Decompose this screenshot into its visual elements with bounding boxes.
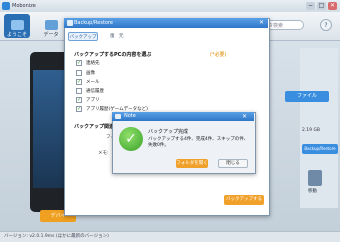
checkbox-mail[interactable]: ✓ xyxy=(76,79,82,85)
help-button[interactable]: ? xyxy=(320,19,332,31)
device-screen xyxy=(33,70,67,188)
move-label: 移動 xyxy=(308,189,317,194)
tab-data[interactable]: データ xyxy=(38,14,64,38)
open-folder-button[interactable]: フォルダを開く xyxy=(176,159,208,168)
file-button[interactable]: ファイル xyxy=(285,91,329,102)
backup-restore-button[interactable]: Backup/Restore xyxy=(302,144,338,154)
checkbox-label: 画像 xyxy=(86,71,95,76)
checkbox-label: 通信履歴 xyxy=(86,89,104,94)
data-icon xyxy=(44,20,58,30)
checkbox-label: アプリ xyxy=(86,98,100,103)
backup-window-close-button[interactable]: ✕ xyxy=(257,19,266,27)
note-dialog-title: Note xyxy=(124,113,136,119)
tab-data-label: データ xyxy=(43,32,59,38)
note-dialog-close-button[interactable]: ✕ xyxy=(240,113,249,120)
backup-window-icon xyxy=(67,20,73,26)
capacity-text: 2.19 GB xyxy=(302,128,321,133)
app-logo-icon xyxy=(2,2,10,10)
maximize-button[interactable]: □ xyxy=(317,2,326,10)
checkbox-contacts[interactable]: ✓ xyxy=(76,60,82,66)
checkbox-images[interactable] xyxy=(76,70,82,76)
backup-window-title: Backup/Restore xyxy=(74,20,113,26)
tab-welcome[interactable]: ようこそ xyxy=(4,14,30,38)
move-icon[interactable] xyxy=(308,170,322,186)
minimize-button[interactable]: − xyxy=(306,2,315,10)
app-titlebar xyxy=(0,0,340,12)
note-dialog-icon xyxy=(115,114,121,119)
required-note: (*必要) xyxy=(210,52,227,58)
checkbox-label: 連絡先 xyxy=(86,61,100,66)
checkmark-icon: ✓ xyxy=(125,131,137,147)
checkbox-call-history[interactable] xyxy=(76,88,82,94)
tab-backup[interactable]: バックアップ xyxy=(68,32,98,41)
app-title: Mobonize xyxy=(12,3,36,9)
home-icon xyxy=(10,20,24,30)
checkbox-label: メール xyxy=(86,80,100,85)
memo-label: メモ: xyxy=(98,151,109,156)
checkbox-apps[interactable]: ✓ xyxy=(76,97,82,103)
close-app-button[interactable]: ✕ xyxy=(328,2,337,10)
note-message: バックアップする4件、完成4件、スキップの件、失敗0件。 xyxy=(148,137,249,148)
note-heading: バックアップ完成 xyxy=(148,129,189,135)
tab-welcome-label: ようこそ xyxy=(6,32,27,38)
version-text: バージョン: v2.0.1.9ms (ほかに最新のバージョン) xyxy=(4,234,109,239)
section-select-content: バックアップするPCの内容を選ぶ xyxy=(74,52,152,58)
tab-restore[interactable]: 復 元 xyxy=(110,33,124,39)
backup-button[interactable]: バックアップする xyxy=(224,195,264,205)
close-dialog-button[interactable]: 閉じる xyxy=(218,159,248,168)
checkbox-app-history[interactable]: ✓ xyxy=(76,106,82,112)
